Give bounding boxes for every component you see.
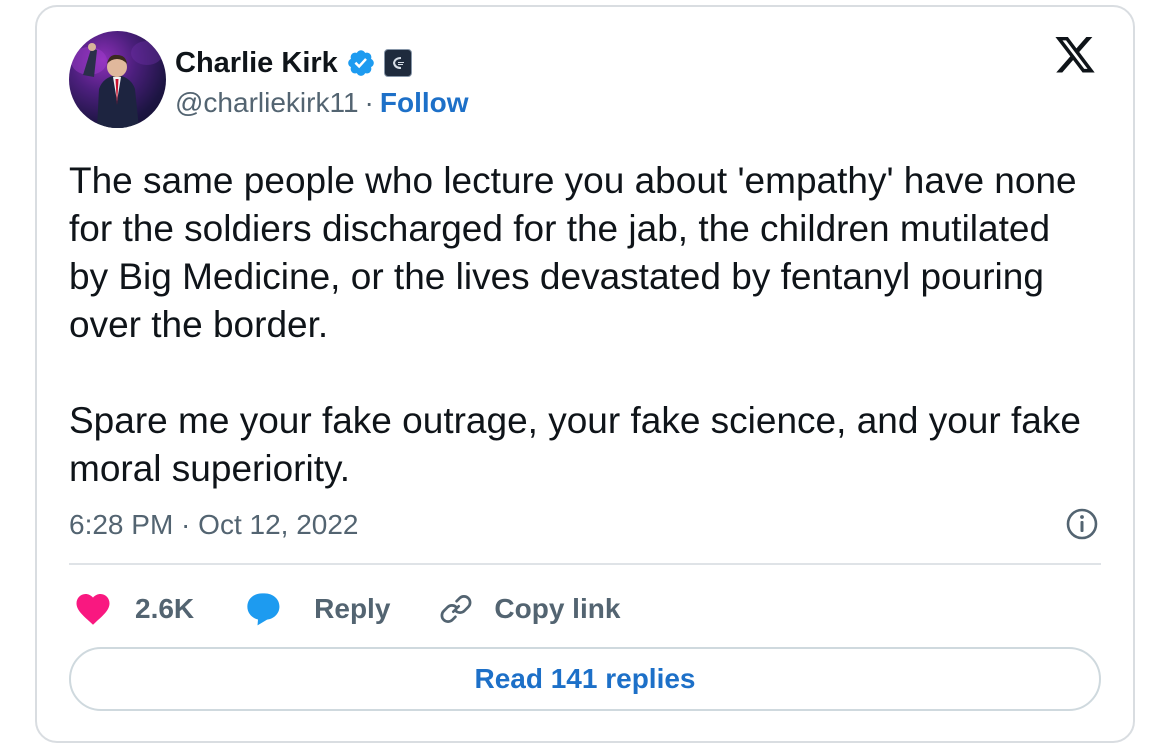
copy-link-button[interactable]: Copy link [438,591,620,627]
affiliation-badge-icon[interactable] [383,49,412,77]
like-count: 2.6K [135,593,195,624]
verified-badge-icon [347,50,374,76]
handle-separator: · [364,87,374,118]
tweet-card: Charlie Kirk @charliekirk11 · Follow The… [35,5,1135,743]
tweet-paragraph: The same people who lecture you about 'e… [69,160,1077,345]
link-icon [440,595,472,623]
tweet-text: The same people who lecture you about 'e… [69,157,1089,493]
action-bar: 2.6K Reply Copy link [75,585,620,633]
like-button[interactable]: 2.6K [75,592,194,626]
read-replies-button[interactable]: Read 141 replies [69,647,1101,711]
author-handle[interactable]: @charliekirk11 [175,87,359,119]
author-name[interactable]: Charlie Kirk [175,47,338,80]
reply-label: Reply [314,593,391,624]
x-logo-icon[interactable] [1053,37,1097,77]
author-avatar[interactable] [69,31,166,128]
copy-link-label: Copy link [494,593,621,624]
info-icon[interactable] [1065,507,1099,541]
divider [69,563,1101,565]
tweet-timestamp[interactable]: 6:28 PM · Oct 12, 2022 [69,509,359,541]
reply-button[interactable]: Reply [244,591,390,627]
author-handle-row: @charliekirk11 · Follow [175,87,469,119]
reply-bubble-icon [247,593,280,626]
follow-button[interactable]: Follow [380,87,469,119]
heart-icon [76,594,110,625]
profile-photo-icon [71,41,163,128]
author-name-row: Charlie Kirk [175,43,412,83]
tweet-paragraph: Spare me your fake outrage, your fake sc… [69,400,1081,489]
